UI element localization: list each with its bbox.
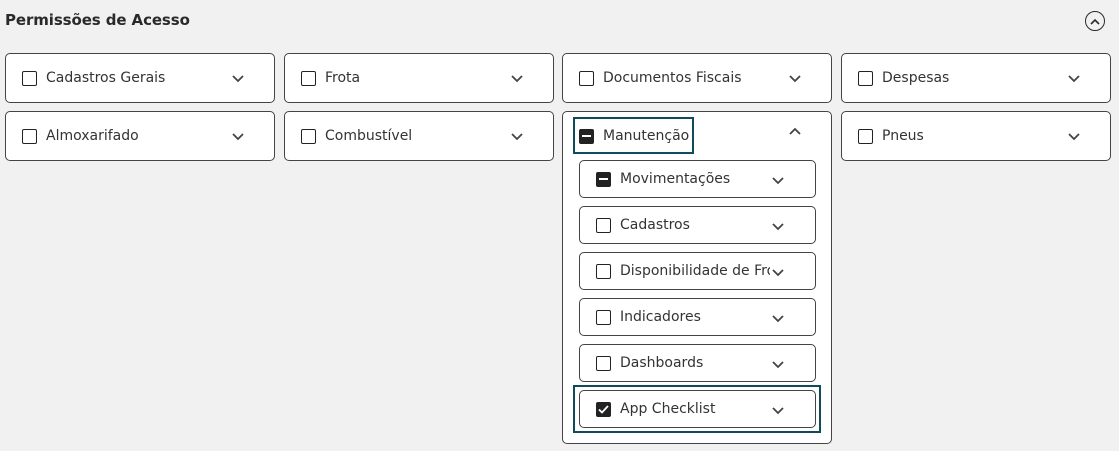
sub-permission-label: Cadastros	[620, 217, 690, 233]
card-label: Cadastros Gerais	[46, 70, 166, 86]
check-icon	[598, 404, 609, 414]
sub-permission-app-checklist[interactable]: App Checklist	[579, 390, 816, 428]
card-header[interactable]: Documentos Fiscais	[563, 54, 831, 102]
sub-permission-cadastros[interactable]: Cadastros	[579, 206, 816, 244]
checkbox[interactable]	[596, 355, 611, 371]
permission-card-almoxarifado: Almoxarifado	[5, 111, 275, 161]
card-label: Pneus	[882, 128, 924, 144]
chevron-down-icon[interactable]	[231, 129, 245, 143]
card-header[interactable]: Almoxarifado	[6, 112, 274, 160]
sub-permission-movimentacoes[interactable]: Movimentações	[579, 160, 816, 198]
chevron-down-icon[interactable]	[771, 403, 785, 417]
chevron-down-icon[interactable]	[231, 71, 245, 85]
sub-permission-label: App Checklist	[620, 401, 716, 417]
card-header[interactable]: Frota	[285, 54, 553, 102]
permission-card-documentos-fiscais: Documentos Fiscais	[562, 53, 832, 103]
card-header[interactable]: Pneus	[842, 112, 1110, 160]
checkbox[interactable]	[22, 70, 37, 86]
checkbox-checked[interactable]	[596, 401, 611, 417]
card-header[interactable]: Cadastros Gerais	[6, 54, 274, 102]
checkbox[interactable]	[301, 128, 316, 144]
sub-permission-label: Movimentações	[620, 171, 731, 187]
card-label: Frota	[325, 70, 361, 86]
chevron-down-icon[interactable]	[1067, 129, 1081, 143]
permission-card-combustivel: Combustível	[284, 111, 554, 161]
permission-card-cadastros-gerais: Cadastros Gerais	[5, 53, 275, 103]
checkbox[interactable]	[596, 309, 611, 325]
chevron-down-icon[interactable]	[771, 173, 785, 187]
chevron-down-icon[interactable]	[771, 219, 785, 233]
chevron-down-icon[interactable]	[788, 71, 802, 85]
checkbox-indeterminate[interactable]	[579, 128, 594, 144]
permission-card-frota: Frota	[284, 53, 554, 103]
chevron-down-icon[interactable]	[771, 265, 785, 279]
collapse-section-button[interactable]	[1085, 11, 1105, 31]
checkbox[interactable]	[858, 70, 873, 86]
card-label: Manutenção	[603, 128, 690, 144]
chevron-down-icon[interactable]	[771, 357, 785, 371]
sub-permission-disponibilidade-de-frota[interactable]: Disponibilidade de Frota	[579, 252, 816, 290]
card-header[interactable]: Manutenção	[563, 112, 831, 160]
chevron-down-icon[interactable]	[1067, 71, 1081, 85]
sub-permission-label: Dashboards	[620, 355, 704, 371]
permission-card-pneus: Pneus	[841, 111, 1111, 161]
permission-card-despesas: Despesas	[841, 53, 1111, 103]
checkbox[interactable]	[579, 70, 594, 86]
chevron-up-icon[interactable]	[788, 125, 802, 139]
card-label: Despesas	[882, 70, 950, 86]
chevron-down-icon[interactable]	[510, 71, 524, 85]
card-header[interactable]: Combustível	[285, 112, 553, 160]
card-label: Documentos Fiscais	[603, 70, 742, 86]
chevron-down-icon[interactable]	[510, 129, 524, 143]
sub-permission-indicadores[interactable]: Indicadores	[579, 298, 816, 336]
sub-permission-label: Indicadores	[620, 309, 701, 325]
card-header[interactable]: Despesas	[842, 54, 1110, 102]
checkbox-indeterminate[interactable]	[596, 171, 611, 187]
checkbox[interactable]	[301, 70, 316, 86]
checkbox[interactable]	[596, 263, 611, 279]
chevron-down-icon[interactable]	[771, 311, 785, 325]
checkbox[interactable]	[22, 128, 37, 144]
sub-permission-label: Disponibilidade de Frota	[620, 263, 770, 279]
checkbox[interactable]	[596, 217, 611, 233]
checkbox[interactable]	[858, 128, 873, 144]
permission-card-manutencao: Manutenção Movimentações Cadastros Dispo…	[562, 111, 832, 444]
card-label: Almoxarifado	[46, 128, 139, 144]
chevron-up-circle-icon	[1090, 18, 1100, 25]
sub-permission-dashboards[interactable]: Dashboards	[579, 344, 816, 382]
section-title: Permissões de Acesso	[5, 11, 190, 29]
card-label: Combustível	[325, 128, 413, 144]
